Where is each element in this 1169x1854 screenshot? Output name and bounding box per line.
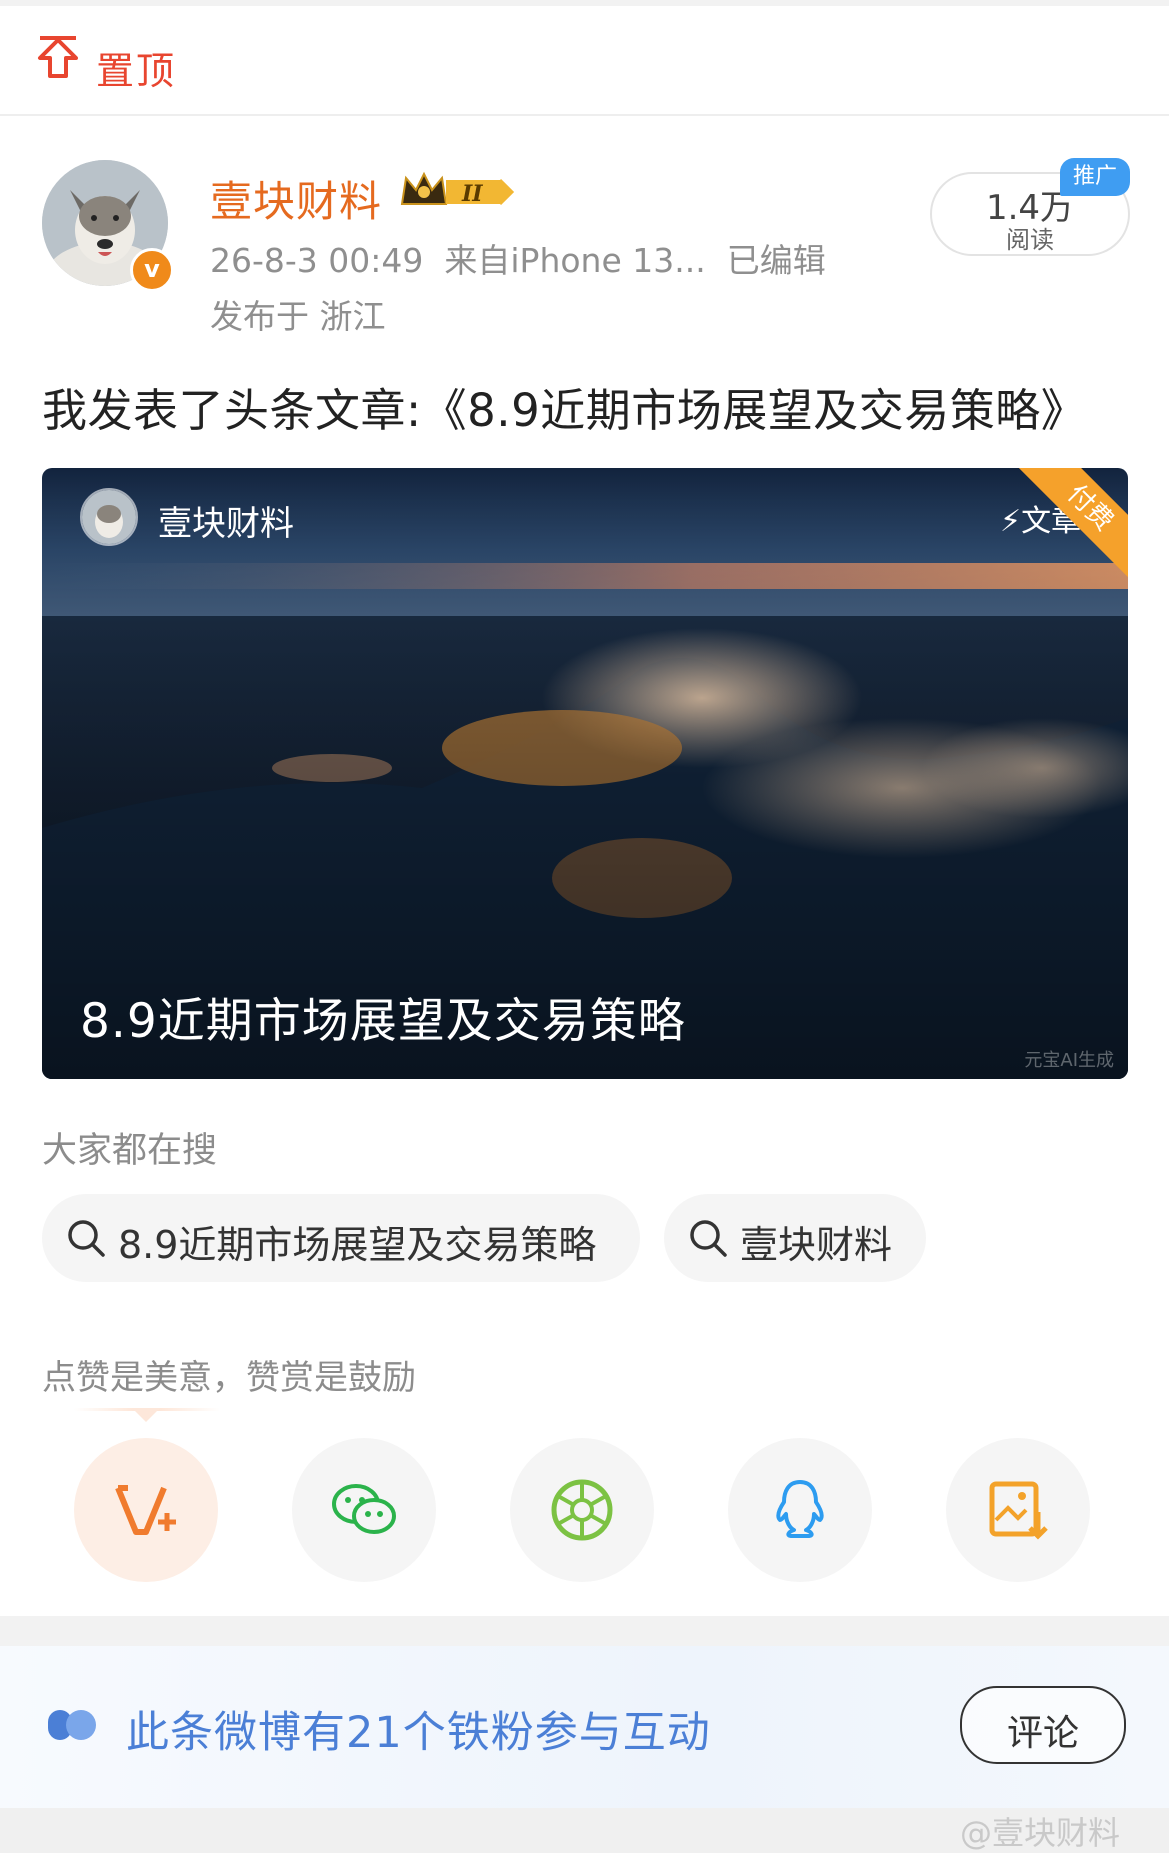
search-chip[interactable]: 壹块财料: [664, 1194, 926, 1282]
post-meta: 26-8-3 00:49 来自iPhone 13... 已编辑: [210, 234, 826, 282]
fans-text[interactable]: 此条微博有21个铁粉参与互动: [126, 1698, 711, 1760]
share-moments-button[interactable]: [510, 1438, 654, 1582]
author-name[interactable]: 壹块财料: [210, 168, 382, 229]
search-chip-label: 壹块财料: [740, 1223, 893, 1267]
moments-icon: [551, 1479, 613, 1541]
post-text[interactable]: 我发表了头条文章:《8.9近期市场展望及交易策略》: [42, 374, 1086, 439]
v-plus-icon: [115, 1485, 176, 1535]
save-image-icon: [989, 1481, 1048, 1540]
pin-top-icon: [38, 36, 78, 78]
search-icon: [690, 1220, 727, 1257]
qq-icon: [776, 1480, 824, 1538]
post-timestamp: 26-8-3 00:49: [210, 241, 424, 280]
fans-interaction-bar: 此条微博有21个铁粉参与互动 评论: [0, 1646, 1169, 1808]
verified-badge-icon: v: [130, 248, 174, 292]
comment-label: 评论: [1006, 1713, 1079, 1754]
search-heading: 大家都在搜: [42, 1131, 218, 1171]
reads-label: 阅读: [1006, 226, 1054, 254]
weibo-watermark: @壹块财料: [960, 1814, 1121, 1852]
ai-generated-mark: 元宝AI生成: [1024, 1050, 1114, 1071]
post-source: 来自iPhone 13...: [444, 241, 706, 280]
like-hint: 点赞是美意，赞赏是鼓励: [42, 1358, 416, 1398]
promote-badge[interactable]: 推广: [1060, 158, 1130, 196]
search-icon: [68, 1220, 105, 1257]
share-wechat-button[interactable]: [292, 1438, 436, 1582]
wechat-icon: [332, 1484, 396, 1534]
hint-caret: [132, 1408, 160, 1422]
save-image-button[interactable]: [946, 1438, 1090, 1582]
pinned-label: 置顶: [96, 49, 177, 93]
post-location: 发布于 浙江: [210, 297, 386, 336]
search-chip[interactable]: 8.9近期市场展望及交易策略: [42, 1194, 640, 1282]
reward-v-plus-button[interactable]: [74, 1438, 218, 1582]
card-author-name: 壹块财料: [158, 504, 294, 544]
search-chip-label: 8.9近期市场展望及交易策略: [118, 1223, 597, 1267]
edited-tag[interactable]: 已编辑: [727, 241, 826, 280]
svg-text:II: II: [461, 181, 483, 207]
pinned-row: 置顶: [0, 6, 1169, 116]
section-separator: [0, 1616, 1169, 1646]
member-crown-icon[interactable]: II: [400, 170, 518, 214]
comment-button[interactable]: 评论: [960, 1686, 1126, 1764]
wolf-avatar-image: [82, 490, 136, 544]
card-title: 8.9近期市场展望及交易策略: [80, 994, 686, 1049]
share-qq-button[interactable]: [728, 1438, 872, 1582]
article-card[interactable]: 壹块财料 ⚡文章 付费 8.9近期市场展望及交易策略 元宝AI生成: [42, 468, 1128, 1079]
lightning-icon: ⚡: [1000, 504, 1022, 539]
fans-icon: [48, 1710, 96, 1740]
card-author-avatar: [80, 488, 138, 546]
